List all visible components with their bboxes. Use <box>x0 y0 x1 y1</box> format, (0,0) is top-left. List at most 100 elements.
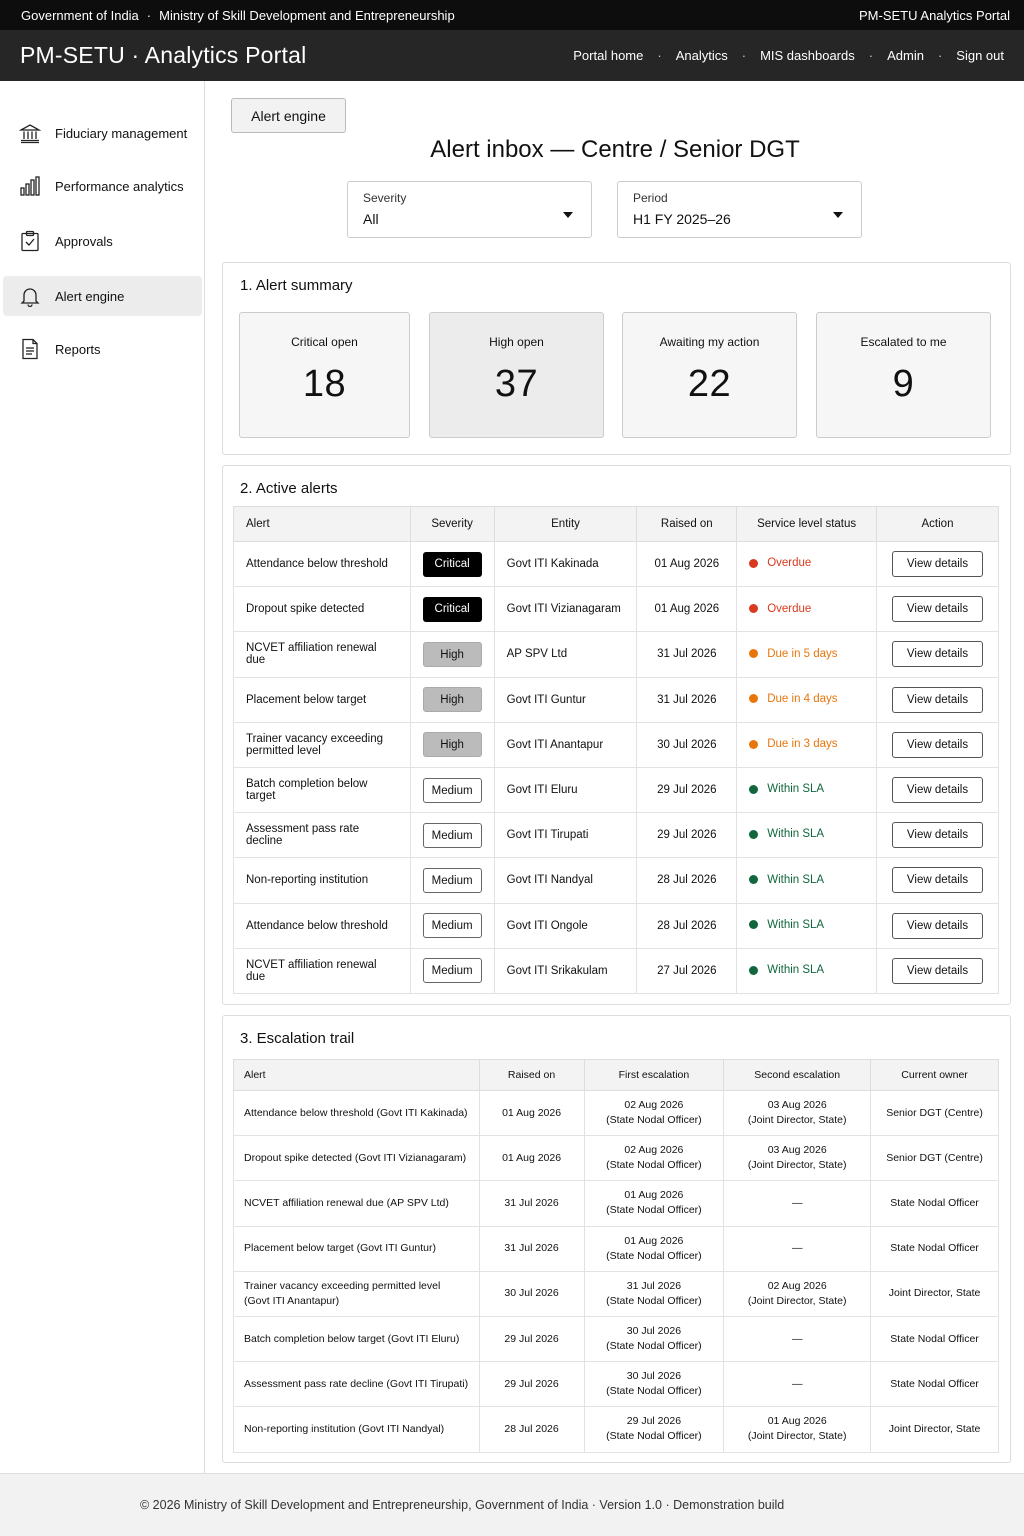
summary-card-awaiting: Awaiting my action 22 <box>622 312 797 438</box>
bell-icon <box>19 285 41 307</box>
raised-date: 01 Aug 2026 <box>478 1135 585 1182</box>
nav-separator: · <box>657 48 662 63</box>
nav-mis-dashboards[interactable]: MIS dashboards <box>760 48 855 63</box>
second-escalation-date: 01 Aug 2026 <box>767 1415 827 1428</box>
first-escalation-role: (State Nodal Officer) <box>606 1114 702 1127</box>
sidebar-item-reports[interactable]: Reports <box>3 329 202 369</box>
entity-name: Govt ITI Eluru <box>493 766 638 814</box>
sidebar-item-performance[interactable]: Performance analytics <box>3 166 202 206</box>
active-alerts-body: Attendance below threshold Critical Govt I… <box>233 540 999 994</box>
severity-badge: High <box>422 641 482 667</box>
alert-name: Trainer vacancy exceeding permitted leve… <box>233 721 411 768</box>
nav-sign-out[interactable]: Sign out <box>956 48 1004 63</box>
severity-badge: Medium <box>422 958 482 984</box>
sidebar-item-approvals[interactable]: Approvals <box>3 221 202 261</box>
nav-separator: · <box>741 48 747 63</box>
severity-cell: High <box>409 631 495 678</box>
view-details-button[interactable]: View details <box>892 777 983 804</box>
first-escalation-role: (State Nodal Officer) <box>606 1159 702 1172</box>
view-details-button[interactable]: View details <box>892 822 983 849</box>
view-details-button[interactable]: View details <box>892 686 983 713</box>
card-label: Awaiting my action <box>659 335 760 349</box>
second-escalation-role: (Joint Director, State) <box>747 1430 847 1443</box>
sla-cell: Within SLA <box>736 857 877 904</box>
view-details-button[interactable]: View details <box>892 912 983 939</box>
alert-engine-button[interactable]: Alert engine <box>231 98 346 133</box>
entity-name: Govt ITI Ongole <box>493 902 638 949</box>
first-escalation-role: (State Nodal Officer) <box>606 1249 702 1262</box>
table-header-row: Alert Severity Entity Raised on Service … <box>233 506 999 542</box>
alert-name: Batch completion below target <box>233 766 411 814</box>
severity-cell: Medium <box>409 812 495 859</box>
column-header: First escalation <box>583 1059 725 1091</box>
current-owner: State Nodal Officer <box>870 1225 999 1272</box>
alert-name: Attendance below threshold <box>233 540 411 588</box>
status-dot-icon <box>749 649 759 659</box>
table-row: Trainer vacancy exceeding permitted leve… <box>233 721 999 768</box>
first-escalation-date: 30 Jul 2026 <box>626 1325 682 1338</box>
first-escalation-date: 31 Jul 2026 <box>626 1279 682 1292</box>
nav-separator: · <box>937 48 943 63</box>
first-escalation-role: (State Nodal Officer) <box>606 1340 702 1353</box>
app-header: PM-SETU · Analytics Portal Portal home ·… <box>0 30 1024 81</box>
view-details-button[interactable]: View details <box>892 596 983 623</box>
card-value: 9 <box>892 363 915 405</box>
raised-date: 28 Jul 2026 <box>478 1406 585 1453</box>
severity-select[interactable]: Severity All <box>347 181 592 238</box>
view-details-button[interactable]: View details <box>892 731 983 758</box>
portal-label: PM-SETU Analytics Portal <box>859 7 1010 23</box>
action-cell: View details <box>876 902 999 949</box>
table-row: NCVET affiliation renewal due Medium Govt … <box>233 947 999 994</box>
sidebar-item-label: Fiduciary management <box>55 125 188 141</box>
sidebar-item-label: Alert engine <box>55 288 125 304</box>
severity-badge: Critical <box>422 551 482 577</box>
view-details-button[interactable]: View details <box>892 957 983 984</box>
status-dot-icon <box>749 875 759 885</box>
second-escalation-cell: 03 Aug 2026 (Joint Director, State) <box>723 1089 872 1137</box>
sla-cell: Within SLA <box>736 766 877 814</box>
action-cell: View details <box>876 586 999 633</box>
period-select[interactable]: Period H1 FY 2025–26 <box>617 181 862 238</box>
sla-cell: Within SLA <box>736 947 877 994</box>
action-cell: View details <box>876 812 999 859</box>
current-owner: Joint Director, State <box>870 1406 999 1453</box>
active-alerts-panel: 2. Active alerts Alert Severity Entity R… <box>222 465 1011 1005</box>
entity-name: Govt ITI Tirupati <box>493 812 638 859</box>
action-cell: View details <box>876 857 999 904</box>
view-details-button[interactable]: View details <box>892 867 983 894</box>
status-dot-icon <box>749 920 759 930</box>
second-escalation-cell: 02 Aug 2026 (Joint Director, State) <box>723 1270 872 1317</box>
severity-badge: Medium <box>422 822 482 848</box>
view-details-button[interactable]: View details <box>892 551 983 578</box>
sla-status: Due in 5 days <box>767 647 838 660</box>
raised-date: 01 Aug 2026 <box>478 1089 585 1137</box>
alert-name: Batch completion below target (Govt ITI … <box>233 1315 480 1363</box>
table-row: NCVET affiliation renewal due High AP SPV … <box>233 631 999 678</box>
nav-analytics[interactable]: Analytics <box>676 48 728 63</box>
nav-portal-home[interactable]: Portal home <box>573 48 643 63</box>
raised-date: 31 Jul 2026 <box>478 1225 585 1272</box>
brand-title: PM-SETU · Analytics Portal <box>20 42 307 68</box>
chevron-down-icon <box>833 212 843 218</box>
alert-summary-panel: 1. Alert summary Critical open 18 High o… <box>222 262 1011 455</box>
severity-badge: High <box>422 732 482 758</box>
table-row: Assessment pass rate decline Medium Govt I… <box>233 812 999 859</box>
sla-cell: Due in 5 days <box>736 631 877 678</box>
nav-admin[interactable]: Admin <box>887 48 924 63</box>
second-escalation-cell: — <box>723 1225 872 1272</box>
alert-name: NCVET affiliation renewal due <box>233 631 411 678</box>
entity-name: Govt ITI Anantapur <box>493 721 638 768</box>
sidebar-item-alert-engine[interactable]: Alert engine <box>3 276 202 316</box>
raised-date: 31 Jul 2026 <box>636 676 738 723</box>
sidebar-item-label: Approvals <box>55 233 113 249</box>
column-header: Alert <box>233 506 411 542</box>
sidebar-item-fiduciary[interactable]: Fiduciary management <box>3 113 202 153</box>
first-escalation-cell: 01 Aug 2026 (State Nodal Officer) <box>583 1180 725 1227</box>
view-details-button[interactable]: View details <box>892 641 983 668</box>
first-escalation-date: 01 Aug 2026 <box>624 1234 684 1247</box>
second-escalation-role: (Joint Director, State) <box>747 1159 847 1172</box>
current-owner: State Nodal Officer <box>870 1315 999 1363</box>
sla-status: Within SLA <box>767 873 825 886</box>
section-heading: 2. Active alerts <box>240 480 338 497</box>
second-escalation-role: (Joint Director, State) <box>747 1294 847 1307</box>
